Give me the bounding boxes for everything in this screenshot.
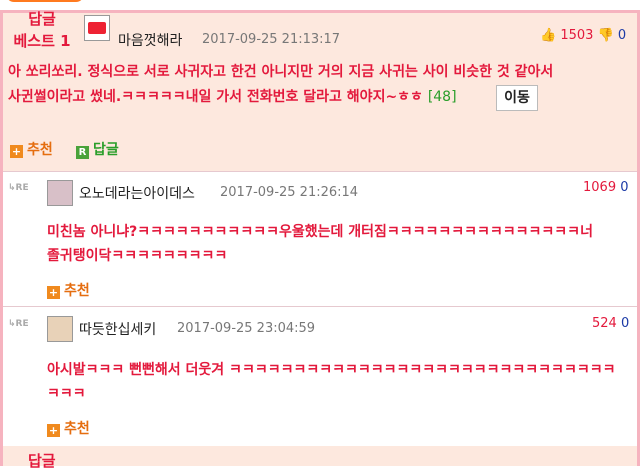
recommend-label: 추천 xyxy=(64,421,90,437)
recommend-button[interactable]: + 추천 xyxy=(47,418,90,438)
reply-label: 답글 xyxy=(93,142,119,158)
recommend-label: 추천 xyxy=(64,283,90,299)
score-count: 1069 xyxy=(583,180,617,195)
plus-icon: + xyxy=(10,145,23,158)
best-reply-body: 아 쏘리쏘리. 정식으로 서로 사귀자고 한건 아니지만 거의 지금 사귀는 사… xyxy=(8,64,554,105)
best-vote-counts: 👍 1503 👎 0 xyxy=(540,28,626,43)
comment-nickname[interactable]: 따듯한십세키 xyxy=(79,319,156,339)
re-icon: ↳RE xyxy=(8,319,29,329)
plus-icon: + xyxy=(47,424,60,437)
reply-button[interactable]: R 답글 xyxy=(76,139,119,159)
avatar[interactable] xyxy=(84,15,110,41)
avatar[interactable] xyxy=(47,316,73,342)
re-icon: ↳RE xyxy=(8,183,29,193)
comment-text-line1: 미친놈 아니냐?ㅋㅋㅋㅋㅋㅋㅋㅋㅋㅋㅋ우울했는데 개터짐ㅋㅋㅋㅋㅋㅋㅋㅋㅋㅋㅋㅋ… xyxy=(47,224,593,240)
next-best-label: 답글 xyxy=(28,452,56,470)
comment-nickname[interactable]: 오노데라는아이데스 xyxy=(79,183,195,203)
down-count: 0 xyxy=(617,28,627,43)
up-count: 1503 xyxy=(560,28,594,43)
down-count: 0 xyxy=(620,180,629,195)
comment-text: 아시발ㅋㅋㅋ 뻔뻔해서 더웃겨 ㅋㅋㅋㅋㅋㅋㅋㅋㅋㅋㅋㅋㅋㅋㅋㅋㅋㅋㅋㅋㅋㅋㅋㅋ… xyxy=(47,358,615,406)
down-count: 0 xyxy=(620,316,630,331)
next-best-reply-block xyxy=(3,446,637,466)
comment-text-line2: 졸귀탱이닥ㅋㅋㅋㅋㅋㅋㅋㅋㅋ xyxy=(47,248,228,264)
comment-score: 1069 0 xyxy=(583,180,629,195)
comment-date: 2017-09-25 21:26:14 xyxy=(220,185,359,200)
divider xyxy=(3,306,637,307)
best-label-line1: 답글 xyxy=(28,10,56,28)
recommend-button[interactable]: + 추천 xyxy=(47,280,90,300)
best-nickname[interactable]: 마음껏해라 xyxy=(118,30,182,50)
best-date: 2017-09-25 21:13:17 xyxy=(202,32,341,47)
recommend-label: 추천 xyxy=(27,142,53,158)
plus-icon: + xyxy=(47,286,60,299)
comment-score: 524 0 xyxy=(592,316,629,331)
comment-text-line2: ㅋㅋㅋ xyxy=(47,386,86,402)
thumbs-up-icon[interactable]: 👍 xyxy=(540,28,556,43)
divider xyxy=(3,171,637,172)
move-button[interactable]: 이동 xyxy=(496,85,538,111)
comment-text: 미친놈 아니냐?ㅋㅋㅋㅋㅋㅋㅋㅋㅋㅋㅋ우울했는데 개터짐ㅋㅋㅋㅋㅋㅋㅋㅋㅋㅋㅋㅋ… xyxy=(47,220,593,268)
best-reply-label: 답글 베스트 1 xyxy=(10,8,74,52)
best-reply-text: 아 쏘리쏘리. 정식으로 서로 사귀자고 한건 아니지만 거의 지금 사귀는 사… xyxy=(8,60,568,110)
score-count: 524 xyxy=(592,316,617,331)
best-label-line2: 베스트 1 xyxy=(13,32,71,50)
reply-count: [48] xyxy=(427,89,457,105)
recommend-button[interactable]: + 추천 xyxy=(10,139,53,159)
reply-icon: R xyxy=(76,146,89,159)
thumbs-down-icon[interactable]: 👎 xyxy=(598,28,614,43)
comment-date: 2017-09-25 23:04:59 xyxy=(177,321,316,336)
comment-text-line1: 아시발ㅋㅋㅋ 뻔뻔해서 더웃겨 ㅋㅋㅋㅋㅋㅋㅋㅋㅋㅋㅋㅋㅋㅋㅋㅋㅋㅋㅋㅋㅋㅋㅋㅋ… xyxy=(47,362,616,378)
avatar[interactable] xyxy=(47,180,73,206)
top-tab-stub xyxy=(6,0,84,2)
